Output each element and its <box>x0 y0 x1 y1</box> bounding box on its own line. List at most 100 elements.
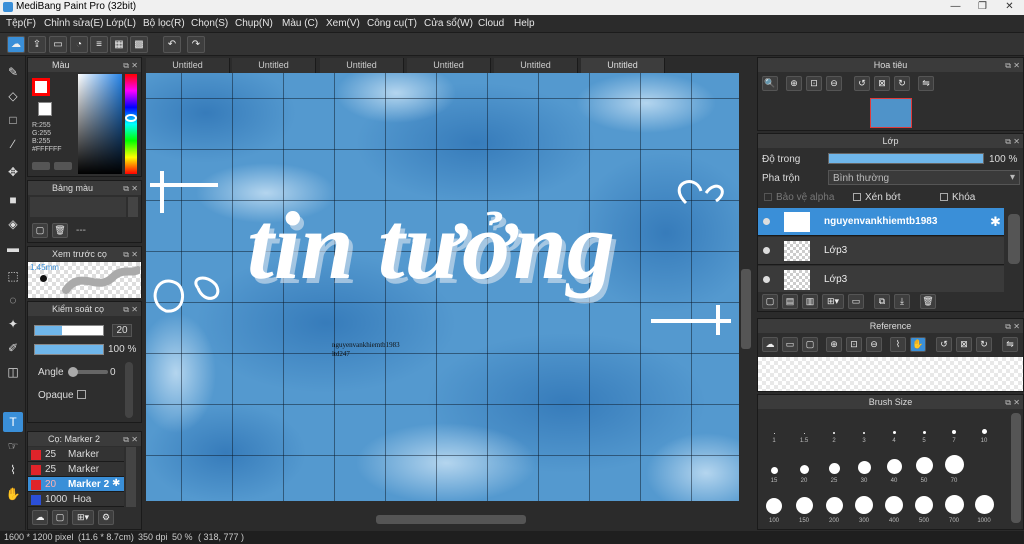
protect-alpha-checkbox[interactable] <box>764 193 772 201</box>
close-icon[interactable]: ✕ <box>1013 320 1020 334</box>
new-palette-icon[interactable]: ▢ <box>32 223 48 238</box>
menu-capture[interactable]: Chụp(N) <box>235 18 273 29</box>
visibility-icon[interactable] <box>763 276 770 283</box>
tab-untitled-active[interactable]: Untitled <box>581 58 665 73</box>
new-layer-icon[interactable]: ▢ <box>762 294 778 309</box>
new-halftone-layer-icon[interactable]: ▤ <box>782 294 798 309</box>
opaque-checkbox[interactable] <box>77 390 86 399</box>
menu-file[interactable]: Tệp(F) <box>6 18 36 29</box>
lock-checkbox[interactable] <box>940 193 948 201</box>
canvas-horizontal-scrollbar[interactable] <box>146 512 739 526</box>
brush-size-option[interactable]: 20 <box>790 454 818 484</box>
zoom-in-icon[interactable]: ⊕ <box>826 337 842 352</box>
dock-icon[interactable]: ⧉ <box>123 303 129 317</box>
rotate-right-icon[interactable]: ↻ <box>976 337 992 352</box>
brush-size-option[interactable]: 3 <box>850 414 878 444</box>
close-icon[interactable]: ✕ <box>131 59 138 73</box>
new-brush-icon[interactable]: ▢ <box>52 510 68 525</box>
hand-icon[interactable]: ✋ <box>910 337 926 352</box>
dock-icon[interactable]: ⧉ <box>1005 396 1011 410</box>
zoom-in-icon[interactable]: ⊕ <box>786 76 802 91</box>
saturation-value-picker[interactable] <box>78 74 122 174</box>
close-icon[interactable]: ✕ <box>131 182 138 196</box>
rotate-left-icon[interactable]: ↺ <box>936 337 952 352</box>
dock-icon[interactable]: ⧉ <box>123 59 129 73</box>
comment-icon[interactable]: ▭ <box>49 36 67 53</box>
hue-handle[interactable] <box>125 114 137 122</box>
new-8bit-layer-icon[interactable]: ▥ <box>802 294 818 309</box>
brush-size-option[interactable]: 15 <box>760 454 788 484</box>
duplicate-layer-icon[interactable]: ⧉ <box>874 294 890 309</box>
maximize-button[interactable]: ❐ <box>969 0 996 14</box>
gear-icon[interactable]: ✱ <box>112 478 120 489</box>
rectangle-tool-icon[interactable]: □ <box>3 110 23 130</box>
fit-icon[interactable]: ⊡ <box>846 337 862 352</box>
zoom-icon[interactable]: 🔍 <box>762 76 778 91</box>
move-tool-icon[interactable]: ✥ <box>3 162 23 182</box>
fit-icon[interactable]: ⊡ <box>806 76 822 91</box>
reference-cloud-icon[interactable]: ☁ <box>762 337 778 352</box>
tab-untitled[interactable]: Untitled <box>146 58 230 73</box>
brush-size-option[interactable]: 200 <box>820 494 848 524</box>
line-tool-icon[interactable]: ∕ <box>3 134 23 154</box>
brush-size-option[interactable]: 150 <box>790 494 818 524</box>
rotate-fit-icon[interactable]: ⊠ <box>956 337 972 352</box>
operation-tool-icon[interactable]: ☞ <box>3 436 23 456</box>
brush-cloud-icon[interactable]: ☁ <box>32 510 48 525</box>
brush-size-option[interactable]: 700 <box>940 494 968 524</box>
brush-size-option[interactable]: 70 <box>940 454 968 484</box>
menu-filter[interactable]: Bộ lọc(R) <box>143 18 185 29</box>
rotate-left-icon[interactable]: ↺ <box>854 76 870 91</box>
tab-untitled[interactable]: Untitled <box>320 58 404 73</box>
canvas-vertical-scrollbar[interactable] <box>739 73 753 501</box>
palette-scrollbar[interactable] <box>128 197 138 217</box>
close-icon[interactable]: ✕ <box>131 433 138 447</box>
document-icon[interactable]: ≡ <box>90 36 108 53</box>
merge-layer-icon[interactable]: ⤓ <box>894 294 910 309</box>
close-button[interactable]: ✕ <box>996 0 1023 14</box>
foreground-color[interactable] <box>32 78 50 96</box>
brush-size-option[interactable]: 300 <box>850 494 878 524</box>
brush-size-option[interactable]: 1.5 <box>790 414 818 444</box>
cloud-icon[interactable]: ☁ <box>7 36 25 53</box>
brush-list-scrollbar[interactable] <box>126 447 136 507</box>
brush-item[interactable]: 25 Marker <box>28 462 124 477</box>
fill-rect-tool-icon[interactable]: ■ <box>3 190 23 210</box>
menu-tools[interactable]: Công cụ(T) <box>367 18 417 29</box>
open-folder-icon[interactable]: ▭ <box>782 337 798 352</box>
menu-color[interactable]: Màu (C) <box>282 18 318 29</box>
brush-control-scrollbar[interactable] <box>125 362 133 418</box>
hue-slider[interactable] <box>125 74 137 174</box>
folder-icon[interactable]: ▭ <box>848 294 864 309</box>
dock-icon[interactable]: ⧉ <box>1005 320 1011 334</box>
bucket-tool-icon[interactable]: ◈ <box>3 214 23 234</box>
tab-untitled[interactable]: Untitled <box>407 58 491 73</box>
size-value[interactable]: 20 <box>112 324 132 337</box>
select-rect-icon[interactable]: ⬚ <box>3 266 23 286</box>
dock-icon[interactable]: ⧉ <box>1005 59 1011 73</box>
flip-icon[interactable]: ⇋ <box>918 76 934 91</box>
zoom-out-icon[interactable]: ⊖ <box>826 76 842 91</box>
menu-edit[interactable]: Chỉnh sửa(E) <box>44 18 104 29</box>
close-icon[interactable]: ✕ <box>1013 59 1020 73</box>
grid-list-icon[interactable]: ▦ <box>110 36 128 53</box>
grid-icon[interactable]: ▩ <box>130 36 148 53</box>
tab-untitled[interactable]: Untitled <box>494 58 578 73</box>
angle-handle[interactable] <box>68 367 78 377</box>
layer-row-selected[interactable]: nguyenvankhiemtb1983 ✱ <box>758 208 1004 236</box>
brush-size-option[interactable]: 100 <box>760 494 788 524</box>
close-icon[interactable]: ✕ <box>1013 135 1020 149</box>
visibility-icon[interactable] <box>763 247 770 254</box>
menu-cloud[interactable]: Cloud <box>478 18 504 29</box>
brush-item[interactable]: 25 Marker <box>28 447 124 462</box>
redo-button[interactable]: ↷ <box>187 36 205 53</box>
brush-size-option[interactable]: 500 <box>910 494 938 524</box>
brush-size-option[interactable]: 50 <box>910 454 938 484</box>
layer-row[interactable]: Lớp3 <box>758 266 1004 292</box>
horizontal-scroll-thumb[interactable] <box>376 515 526 524</box>
dock-icon[interactable]: ⧉ <box>1005 135 1011 149</box>
opacity-slider[interactable] <box>34 344 104 355</box>
add-brush-menu-icon[interactable]: ⊞▾ <box>72 510 94 525</box>
menu-select[interactable]: Chọn(S) <box>191 18 228 29</box>
layer-row[interactable]: Lớp3 <box>758 237 1004 265</box>
